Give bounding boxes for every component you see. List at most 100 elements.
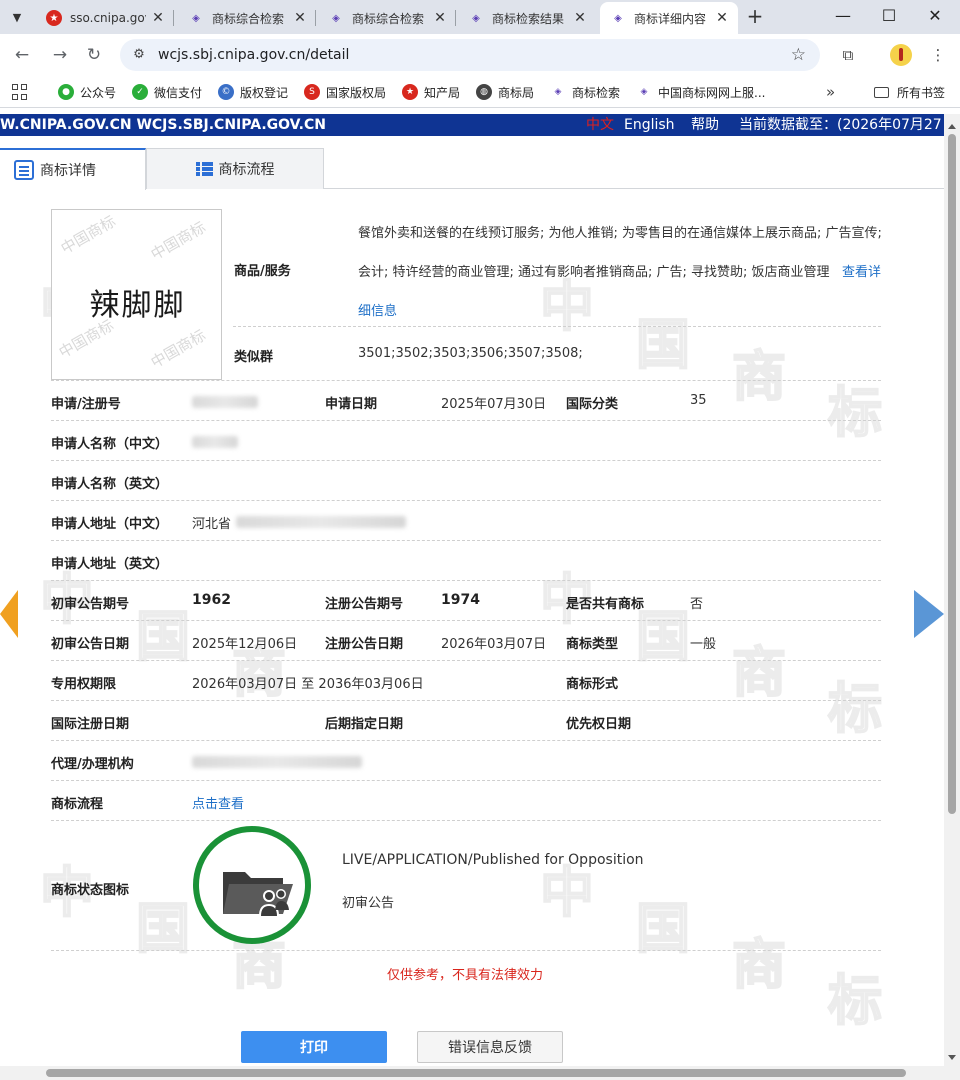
tab-search-chevron-icon[interactable]: ▼ (4, 4, 30, 30)
data-as-of-text: 当前数据截至：(2026年07月27日 (739, 117, 944, 133)
national-emblem-icon: ★ (402, 84, 418, 100)
status-icon-label: 商标状态图标 (51, 883, 130, 898)
vertical-scrollbar[interactable] (944, 114, 960, 1066)
browser-toolbar: ← → ↻ ⚙ wcjs.sbj.cnipa.gov.cn/detail ☆ ⧉… (0, 34, 960, 76)
horizontal-scroll-thumb[interactable] (46, 1069, 906, 1077)
view-flow-link[interactable]: 点击查看 (192, 793, 244, 812)
site-header-bar: W.CNIPA.GOV.CN WCJS.SBJ.CNIPA.GOV.CN 中文 … (0, 114, 944, 136)
reload-icon[interactable]: ↻ (82, 43, 106, 67)
profile-avatar[interactable] (890, 44, 912, 66)
mark-type-value: 一般 (690, 637, 717, 652)
trademark-text: 辣脚脚 (89, 288, 186, 323)
row-divider (51, 420, 881, 421)
bookmark-gongzhonghao[interactable]: ● 公众号 (58, 76, 116, 108)
scroll-up-icon[interactable] (948, 124, 956, 129)
row-divider (233, 326, 881, 327)
bookmark-ctmo-online[interactable]: ◈ 中国商标网网上服... (636, 76, 766, 108)
watermark-char: 商 (731, 640, 787, 705)
error-feedback-button[interactable]: 错误信息反馈 (417, 1031, 563, 1063)
prelim-issue-value: 1962 (192, 592, 231, 608)
applicant-en-label: 申请人名称（英文） (51, 477, 169, 492)
browser-tab-1[interactable]: ★ sso.cnipa.gov.cn ✕ (36, 2, 174, 34)
national-emblem-icon: ★ (46, 10, 62, 26)
later-designation-label: 后期指定日期 (325, 717, 404, 732)
lang-english-link[interactable]: English (624, 114, 675, 136)
bookmark-trademark-office[interactable]: ◍ 商标局 (476, 76, 534, 108)
row-divider (51, 820, 881, 821)
redacted-agency (192, 756, 362, 768)
minimize-icon[interactable]: — (820, 0, 866, 30)
watermark-char: 标 (827, 676, 883, 741)
ncac-icon: S (304, 84, 320, 100)
previous-record-arrow-icon[interactable] (0, 590, 18, 638)
row-divider (51, 740, 881, 741)
image-stamp-watermark: 中国商标 (147, 326, 209, 372)
row-divider (51, 500, 881, 501)
scroll-down-icon[interactable] (948, 1055, 956, 1060)
address-cn-label: 申请人地址（中文） (51, 517, 169, 532)
lang-chinese-link[interactable]: 中文 (586, 114, 614, 136)
vertical-scroll-thumb[interactable] (948, 134, 956, 814)
cnipa-logo-icon: ◈ (472, 12, 480, 24)
bookmark-weixin-pay[interactable]: ✓ 微信支付 (132, 76, 202, 108)
forward-arrow-icon[interactable]: → (48, 43, 72, 67)
bookmark-ncac[interactable]: S 国家版权局 (304, 76, 386, 108)
tab-trademark-detail[interactable]: 商标详情 (0, 148, 146, 190)
all-bookmarks-folder[interactable]: 所有书签 (874, 76, 945, 108)
row-divider (51, 660, 881, 661)
close-window-icon[interactable]: ✕ (912, 0, 958, 30)
more-menu-icon[interactable]: ⋮ (926, 43, 950, 67)
next-record-arrow-icon[interactable] (914, 590, 944, 638)
trademark-image: 中国商标 中国商标 中国商标 中国商标 辣脚脚 (51, 209, 222, 380)
address-cn-value: 河北省 (192, 517, 232, 532)
browser-tab-5-active[interactable]: ◈ 商标详细内容 ✕ (600, 2, 738, 34)
close-tab-icon[interactable]: ✕ (432, 10, 448, 26)
close-tab-icon[interactable]: ✕ (572, 10, 588, 26)
row-divider (51, 380, 881, 381)
list-icon (195, 162, 213, 176)
reg-no-label: 申请/注册号 (51, 397, 121, 412)
close-tab-icon[interactable]: ✕ (150, 10, 166, 26)
cnipa-logo-icon: ◈ (192, 12, 200, 24)
cnipa-logo-icon: ◈ (614, 12, 622, 24)
prelim-date-value: 2025年12月06日 (192, 637, 298, 652)
bookmark-star-icon[interactable]: ☆ (791, 39, 806, 71)
close-tab-icon[interactable]: ✕ (292, 10, 308, 26)
site-info-tune-icon[interactable]: ⚙ (130, 46, 148, 64)
bookmarks-overflow-icon[interactable]: » (826, 76, 835, 108)
redacted-applicant-name (192, 436, 238, 448)
apps-grid-icon[interactable] (12, 84, 28, 100)
address-bar[interactable]: ⚙ wcjs.sbj.cnipa.gov.cn/detail ☆ (120, 39, 820, 71)
row-divider (51, 580, 881, 581)
prelim-date-label: 初审公告日期 (51, 637, 130, 652)
url-text[interactable]: wcjs.sbj.cnipa.gov.cn/detail (158, 39, 349, 71)
maximize-icon[interactable]: ☐ (866, 0, 912, 30)
browser-tab-4[interactable]: ◈ 商标检索结果 ✕ (458, 2, 596, 34)
tab-trademark-flow[interactable]: 商标流程 (146, 148, 324, 189)
browser-tab-3[interactable]: ◈ 商标综合检索 ✕ (318, 2, 456, 34)
new-tab-plus-icon[interactable]: + (744, 4, 766, 28)
back-arrow-icon[interactable]: ← (10, 43, 34, 67)
extensions-puzzle-icon[interactable]: ⧉ (836, 43, 860, 67)
watermark-char: 商 (731, 344, 787, 409)
close-tab-icon[interactable]: ✕ (714, 10, 730, 26)
bookmark-trademark-search[interactable]: ◈ 商标检索 (550, 76, 620, 108)
similar-group-label: 类似群 (234, 350, 274, 365)
print-button[interactable]: 打印 (241, 1031, 387, 1063)
bookmark-ip-office[interactable]: ★ 知产局 (402, 76, 460, 108)
priority-date-label: 优先权日期 (566, 717, 632, 732)
wechat-icon: ● (58, 84, 74, 100)
copyright-icon: © (218, 84, 234, 100)
row-divider (51, 950, 881, 951)
help-link[interactable]: 帮助 (691, 114, 719, 136)
browser-tab-strip: ▼ ★ sso.cnipa.gov.cn ✕ ◈ 商标综合检索 ✕ ◈ 商标综合… (0, 0, 960, 34)
folder-users-icon (223, 872, 293, 916)
domain-banner: W.CNIPA.GOV.CN WCJS.SBJ.CNIPA.GOV.CN (0, 117, 326, 133)
row-divider (51, 700, 881, 701)
agency-label: 代理/办理机构 (51, 757, 134, 772)
browser-tab-2[interactable]: ◈ 商标综合检索 ✕ (178, 2, 316, 34)
reg-date-label: 注册公告日期 (325, 637, 404, 652)
horizontal-scrollbar[interactable] (0, 1066, 960, 1080)
status-english: LIVE/APPLICATION/Published for Oppositio… (342, 852, 644, 868)
bookmark-copyright-register[interactable]: © 版权登记 (218, 76, 288, 108)
